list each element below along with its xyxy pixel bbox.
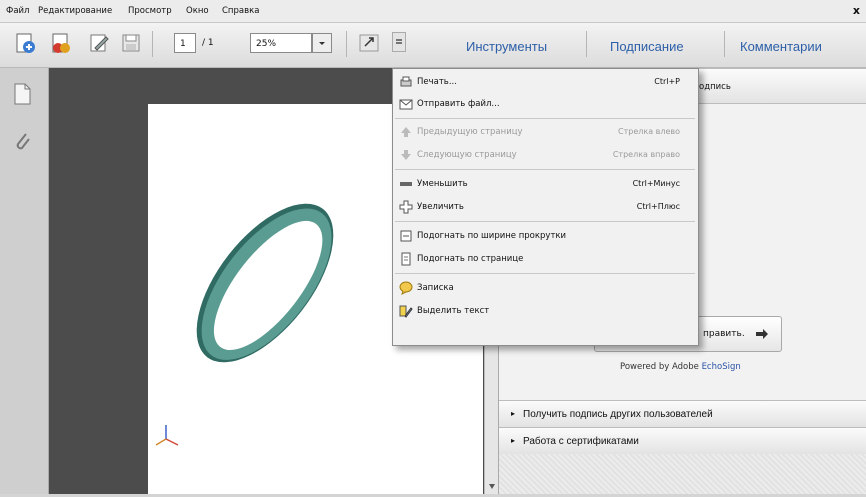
arrow-up-icon	[401, 127, 411, 137]
menu-file[interactable]: Файл	[6, 6, 29, 16]
zoom-input[interactable]: 25%	[250, 33, 312, 53]
send-button-label: править.	[703, 329, 745, 339]
fullscreen-icon[interactable]	[358, 32, 380, 54]
panel-filler	[499, 454, 866, 494]
tab-tools[interactable]: Инструменты	[466, 39, 547, 54]
menu-item-send-file[interactable]: Отправить файл...	[393, 93, 698, 115]
tab-comments[interactable]: Комментарии	[740, 39, 822, 54]
menubar: Файл Редактирование Просмотр Окно Справк…	[0, 0, 866, 23]
section-label: Получить подпись других пользователей	[523, 409, 713, 420]
note-icon	[399, 281, 413, 295]
section-label: Работа с сертификатами	[523, 436, 639, 447]
menu-item-note[interactable]: Записка	[393, 277, 698, 299]
section-certificates[interactable]: ▸ Работа с сертификатами	[499, 427, 866, 455]
envelope-icon	[399, 99, 413, 110]
close-document-icon[interactable]: x	[853, 4, 860, 17]
more-tools-button[interactable]	[392, 32, 406, 52]
arrow-right-icon	[756, 329, 768, 339]
create-pdf-red-icon[interactable]	[50, 32, 72, 54]
zoom-in-icon	[399, 200, 413, 214]
toolbar: 1 / 1 25% Инструменты Подписание Коммент…	[0, 23, 866, 68]
page-number-input[interactable]: 1	[174, 33, 196, 53]
page-thumbnails-icon[interactable]	[12, 82, 32, 109]
menu-item-previous-page: Предыдущую страницу Стрелка влево	[393, 121, 698, 143]
menu-item-highlight-text[interactable]: Выделить текст	[393, 300, 698, 322]
chevron-down-icon	[319, 42, 325, 45]
page-total: / 1	[202, 38, 214, 48]
menu-view[interactable]: Просмотр	[128, 6, 172, 16]
echosign-link[interactable]: EchoSign	[702, 362, 741, 372]
menu-item-print[interactable]: Печать... Ctrl+P	[393, 71, 698, 93]
zoom-out-icon	[400, 182, 412, 186]
menu-item-zoom-out[interactable]: Уменьшить Ctrl+Минус	[393, 173, 698, 195]
expand-triangle-icon: ▸	[511, 409, 516, 418]
section-get-signatures[interactable]: ▸ Получить подпись других пользователей	[499, 400, 866, 428]
navigation-pane	[0, 68, 49, 494]
zoom-dropdown-button[interactable]	[312, 33, 332, 53]
menu-item-fit-width[interactable]: Подогнать по ширине прокрутки	[393, 225, 698, 247]
menu-item-fit-page[interactable]: Подогнать по странице	[393, 248, 698, 270]
scroll-down-arrow-icon	[489, 484, 495, 489]
tab-signing[interactable]: Подписание	[610, 39, 684, 54]
save-icon[interactable]	[120, 32, 142, 54]
menu-window[interactable]: Окно	[186, 6, 209, 16]
menu-item-next-page: Следующую страницу Стрелка вправо	[393, 144, 698, 166]
powered-by-text: Powered by Adobe EchoSign	[620, 362, 741, 372]
fit-page-icon	[401, 252, 411, 266]
edit-document-icon[interactable]	[88, 32, 110, 54]
create-pdf-icon[interactable]	[14, 32, 36, 54]
menu-item-zoom-in[interactable]: Увеличить Ctrl+Плюс	[393, 196, 698, 218]
highlight-icon	[399, 305, 413, 318]
axis-triad-icon	[155, 425, 179, 446]
menu-edit[interactable]: Редактирование	[38, 6, 112, 16]
more-tools-menu: Печать... Ctrl+P Отправить файл... Предыд…	[392, 68, 699, 346]
arrow-down-icon	[401, 150, 411, 160]
print-icon	[400, 76, 412, 87]
menu-help[interactable]: Справка	[222, 6, 259, 16]
panel-header-label: одпись	[699, 82, 731, 92]
expand-triangle-icon: ▸	[511, 436, 516, 445]
fit-width-icon	[400, 230, 412, 242]
attachments-icon[interactable]	[12, 130, 32, 157]
